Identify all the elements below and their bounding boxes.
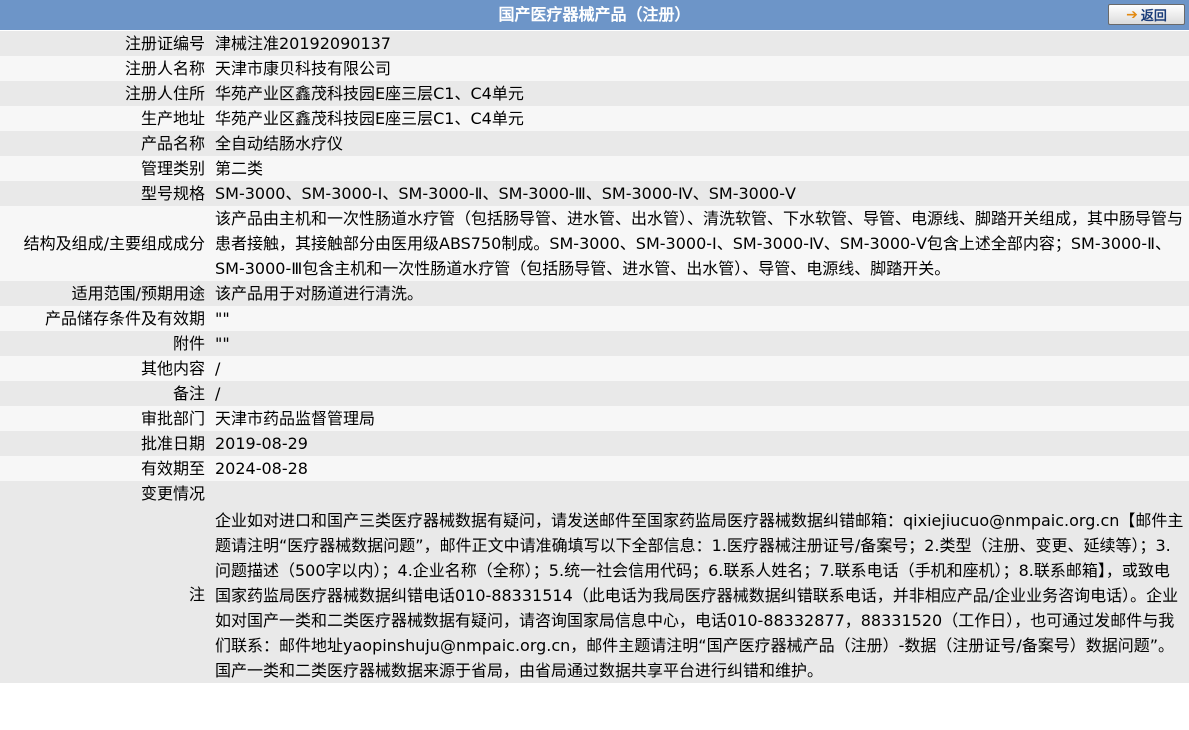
field-value: "" [211,306,1189,331]
page-title: 国产医疗器械产品（注册） [498,5,691,24]
field-value: 华苑产业区鑫茂科技园E座三层C1、C4单元 [211,81,1189,106]
page-header: 国产医疗器械产品（注册） ➔ 返回 [0,0,1189,31]
field-value: / [211,356,1189,381]
table-row: 附件 "" [0,331,1189,356]
table-row: 管理类别 第二类 [0,156,1189,181]
table-row: 生产地址 华苑产业区鑫茂科技园E座三层C1、C4单元 [0,106,1189,131]
field-label: 批准日期 [0,431,211,456]
field-label: 注册证编号 [0,31,211,56]
notice-text: 企业如对进口和国产三类医疗器械数据有疑问，请发送邮件至国家药监局医疗器械数据纠错… [211,506,1189,683]
field-label: 注册人名称 [0,56,211,81]
field-label: 附件 [0,331,211,356]
field-label: 注册人住所 [0,81,211,106]
table-row: 型号规格 SM-3000、SM-3000-Ⅰ、SM-3000-Ⅱ、SM-3000… [0,181,1189,206]
field-value: 该产品由主机和一次性肠道水疗管（包括肠导管、进水管、出水管）、清洗软管、下水软管… [211,206,1189,281]
field-value: 第二类 [211,156,1189,181]
table-row: 注册证编号 津械注准20192090137 [0,31,1189,56]
field-value: 2019-08-29 [211,431,1189,456]
table-row: 产品名称 全自动结肠水疗仪 [0,131,1189,156]
field-label: 适用范围/预期用途 [0,281,211,306]
field-value: 津械注准20192090137 [211,31,1189,56]
field-value: 全自动结肠水疗仪 [211,131,1189,156]
field-label: 产品储存条件及有效期 [0,306,211,331]
field-label: 有效期至 [0,456,211,481]
detail-table: 注册证编号 津械注准20192090137 注册人名称 天津市康贝科技有限公司 … [0,31,1189,683]
table-row: 注册人名称 天津市康贝科技有限公司 [0,56,1189,81]
field-value: 该产品用于对肠道进行清洗。 [211,281,1189,306]
table-row: 适用范围/预期用途 该产品用于对肠道进行清洗。 [0,281,1189,306]
table-row: 变更情况 [0,481,1189,506]
field-value: 华苑产业区鑫茂科技园E座三层C1、C4单元 [211,106,1189,131]
field-label: 型号规格 [0,181,211,206]
table-row: 有效期至 2024-08-28 [0,456,1189,481]
table-row: 其他内容 / [0,356,1189,381]
field-label: 变更情况 [0,481,211,506]
field-value: 2024-08-28 [211,456,1189,481]
back-button-label: 返回 [1140,9,1167,24]
field-value: "" [211,331,1189,356]
table-row: 备注 / [0,381,1189,406]
field-label: 注 [0,506,211,683]
field-label: 审批部门 [0,406,211,431]
field-value: 天津市药品监督管理局 [211,406,1189,431]
field-label: 生产地址 [0,106,211,131]
table-row: 结构及组成/主要组成成分 该产品由主机和一次性肠道水疗管（包括肠导管、进水管、出… [0,206,1189,281]
table-row: 产品储存条件及有效期 "" [0,306,1189,331]
table-row: 审批部门 天津市药品监督管理局 [0,406,1189,431]
field-label: 产品名称 [0,131,211,156]
back-button[interactable]: ➔ 返回 [1108,4,1185,25]
field-value: SM-3000、SM-3000-Ⅰ、SM-3000-Ⅱ、SM-3000-Ⅲ、SM… [211,181,1189,206]
arrow-right-icon: ➔ [1126,6,1138,23]
field-label: 备注 [0,381,211,406]
field-label: 结构及组成/主要组成成分 [0,206,211,281]
field-label: 其他内容 [0,356,211,381]
field-value: 天津市康贝科技有限公司 [211,56,1189,81]
field-value: / [211,381,1189,406]
table-row: 批准日期 2019-08-29 [0,431,1189,456]
table-row: 注 企业如对进口和国产三类医疗器械数据有疑问，请发送邮件至国家药监局医疗器械数据… [0,506,1189,683]
field-label: 管理类别 [0,156,211,181]
field-value [211,481,1189,506]
table-row: 注册人住所 华苑产业区鑫茂科技园E座三层C1、C4单元 [0,81,1189,106]
